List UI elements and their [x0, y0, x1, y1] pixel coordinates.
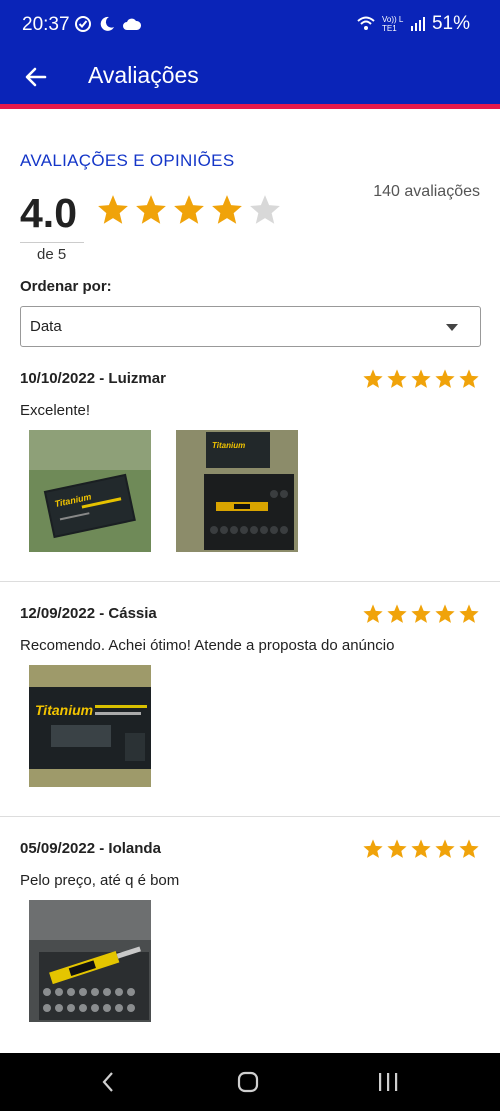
check-circle-icon [75, 16, 91, 32]
back-button[interactable] [20, 61, 52, 93]
star-filled-icon [459, 604, 479, 623]
star-filled-icon [435, 839, 455, 858]
recent-apps-icon [379, 1073, 398, 1091]
chevron-left-icon [102, 1072, 113, 1092]
home-icon [237, 1071, 259, 1093]
page-title: Avaliações [88, 62, 199, 88]
status-bar: 20:37 Vo)) LTE1 51% [0, 0, 500, 50]
review-text: Pelo preço, até q é bom [20, 872, 180, 889]
status-notification-icons [74, 15, 142, 33]
sort-dropdown[interactable]: Data [20, 306, 481, 347]
star-filled-icon [411, 604, 431, 623]
nav-home-button[interactable] [228, 1067, 268, 1097]
arrow-left-icon [25, 67, 47, 87]
review-text: Recomendo. Achei ótimo! Atende a propost… [20, 637, 395, 654]
signal-icon [410, 17, 425, 31]
star-empty-icon [250, 195, 280, 224]
star-filled-icon [435, 369, 455, 388]
rating-scale: de 5 [37, 246, 67, 263]
star-filled-icon [174, 195, 204, 224]
review-header: 12/09/2022 - Cássia [20, 605, 157, 622]
status-system-icons: Vo)) LTE1 51% [356, 13, 470, 35]
review-divider [0, 816, 500, 817]
review-stars [362, 838, 480, 860]
caret-down-icon [446, 324, 458, 331]
review-photo[interactable] [29, 900, 151, 1022]
sort-selected-value: Data [30, 318, 62, 335]
review-header: 10/10/2022 - Luizmar [20, 370, 166, 387]
app-bar: Avaliações [0, 50, 500, 104]
volte-label: Vo)) LTE1 [381, 15, 404, 33]
sort-label: Ordenar por: [20, 278, 112, 295]
star-filled-icon [387, 369, 407, 388]
star-filled-icon [363, 369, 383, 388]
star-filled-icon [459, 839, 479, 858]
star-filled-icon [363, 604, 383, 623]
review-stars [362, 603, 480, 625]
moon-icon [100, 16, 114, 31]
review-divider [0, 581, 500, 582]
average-rating-stars [96, 193, 282, 227]
star-filled-icon [98, 195, 128, 224]
review-photos [29, 900, 151, 1022]
review-photo[interactable]: Titanium [29, 665, 151, 787]
star-filled-icon [387, 604, 407, 623]
star-filled-icon [136, 195, 166, 224]
review-text: Excelente! [20, 402, 91, 419]
photo-logo: Titanium [212, 441, 245, 450]
system-navigation-bar [0, 1053, 500, 1111]
star-filled-icon [363, 839, 383, 858]
review-photo[interactable]: Titanium [29, 430, 151, 552]
nav-recents-button[interactable] [368, 1067, 408, 1097]
review-header: 05/09/2022 - Iolanda [20, 840, 161, 857]
photo-logo: Titanium [35, 702, 93, 718]
star-filled-icon [411, 369, 431, 388]
cloud-icon [123, 18, 142, 30]
star-filled-icon [435, 604, 455, 623]
star-filled-icon [411, 839, 431, 858]
battery-level: 51% [431, 13, 470, 34]
star-filled-icon [459, 369, 479, 388]
nav-back-button[interactable] [88, 1067, 128, 1097]
review-photo[interactable]: Titanium [176, 430, 298, 552]
review-stars [362, 368, 480, 390]
average-rating: 4.0 [20, 190, 77, 236]
review-count: 140 avaliações [373, 183, 480, 200]
rating-divider [20, 242, 84, 243]
star-filled-icon [212, 195, 242, 224]
status-time: 20:37 [22, 14, 70, 35]
section-title: AVALIAÇÕES E OPINIÕES [20, 151, 235, 170]
review-photos: Titanium Titanium [29, 430, 298, 552]
app-bar-accent-stripe [0, 104, 500, 109]
review-photos: Titanium [29, 665, 151, 787]
wifi-icon [357, 16, 375, 30]
star-filled-icon [387, 839, 407, 858]
